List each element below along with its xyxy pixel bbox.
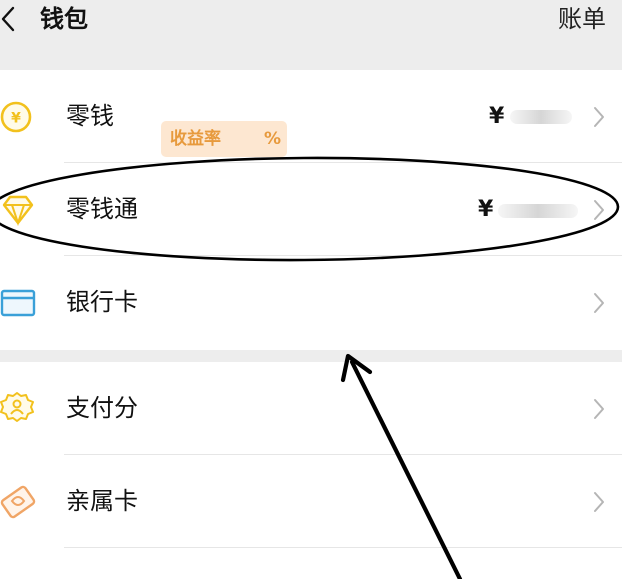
credit-score-badge-icon (0, 392, 34, 422)
row-label-change: 零钱 (66, 102, 114, 130)
list-item-change-plus[interactable]: 零钱通 ¥ (0, 163, 622, 256)
family-card-icon (0, 485, 36, 519)
wallet-group-primary: ¥ 零钱 ¥ 零钱通 ¥ 银行卡 (0, 70, 622, 350)
row-label-family-card: 亲属卡 (66, 487, 138, 515)
chevron-right-icon (594, 492, 604, 512)
yield-rate-percent: % (264, 129, 282, 149)
chevron-right-icon (594, 293, 604, 313)
back-chevron-icon[interactable] (0, 6, 20, 32)
bill-button[interactable]: 账单 (558, 2, 606, 36)
page-title: 钱包 (40, 5, 88, 33)
change-plus-amount-blurred (498, 204, 578, 218)
row-label-bank-card: 银行卡 (66, 288, 138, 316)
top-bar: 钱包 账单 (0, 0, 622, 70)
list-item-change[interactable]: ¥ 零钱 ¥ (0, 70, 622, 163)
diamond-icon (2, 195, 34, 227)
change-currency: ¥ (489, 104, 505, 129)
list-item-pay-score[interactable]: 支付分 (0, 362, 622, 455)
chevron-right-icon (594, 107, 604, 127)
yield-rate-label: 收益率 (170, 129, 221, 149)
wallet-group-secondary: 支付分 亲属卡 (0, 362, 622, 579)
change-amount-blurred (510, 110, 572, 124)
list-item-bank-card[interactable]: 银行卡 (0, 256, 622, 349)
chevron-right-icon (594, 399, 604, 419)
bank-card-icon (0, 289, 36, 317)
row-label-pay-score: 支付分 (66, 394, 138, 422)
change-plus-currency: ¥ (478, 197, 494, 222)
divider (64, 547, 622, 548)
list-item-family-card[interactable]: 亲属卡 (0, 455, 622, 548)
svg-text:¥: ¥ (11, 111, 21, 127)
chevron-right-icon (594, 200, 604, 220)
yield-rate-badge: 收益率 % (161, 121, 287, 157)
yen-coin-icon: ¥ (0, 101, 32, 133)
row-label-change-plus: 零钱通 (66, 195, 138, 223)
